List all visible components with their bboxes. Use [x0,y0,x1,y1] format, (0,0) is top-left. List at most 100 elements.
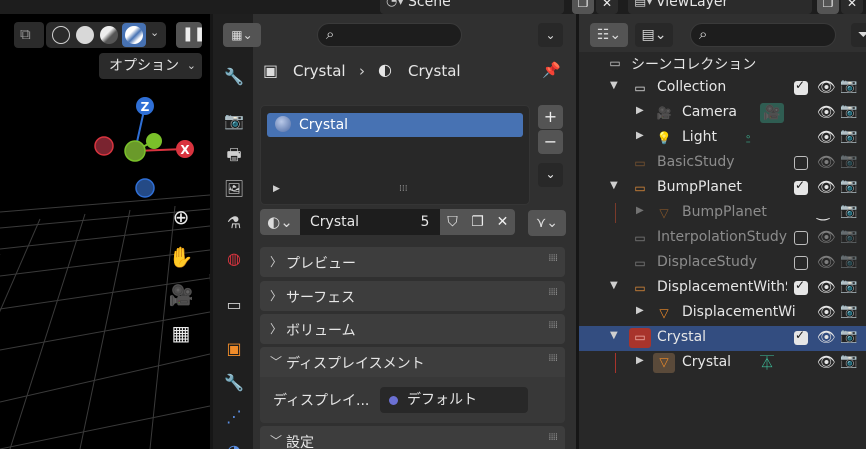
render-camera-icon[interactable]: 📷 [840,153,857,169]
outliner-row-collection[interactable]: ▼ ▭ Collection 👁 📷 [579,76,866,101]
outliner-row-crystal-collection[interactable]: ▼ ▭ Crystal 👁 📷 [579,326,866,351]
panel-preview[interactable]: 〉 プレビュー ⁞⁞⁞⁞ [260,247,565,277]
expand-down-icon[interactable]: ▼ [610,80,618,91]
camera-data-icon[interactable]: 🎥 [760,103,784,123]
render-camera-icon[interactable]: 📷 [840,203,857,219]
visibility-eye-icon[interactable]: 👁 [817,128,836,146]
object-icon[interactable]: ▣ [221,336,247,362]
world-icon[interactable]: ◍ [221,246,247,272]
light-data-icon[interactable]: ⍛ [744,128,752,144]
filter-dropdown[interactable]: ⏷ [851,23,866,47]
add-slot-button[interactable]: + [538,105,563,129]
remove-slot-button[interactable]: − [538,130,563,154]
physics-icon[interactable]: ◔ [221,438,247,449]
expand-down-icon[interactable]: ▼ [610,280,618,291]
zoom-icon[interactable]: ⊕ [168,204,194,230]
new-view-layer-button[interactable]: ❐ [817,0,839,14]
visibility-eye-icon[interactable]: 👁 [817,353,836,371]
exclude-checkbox[interactable] [794,78,808,95]
exclude-checkbox[interactable] [794,256,808,270]
camera-view-icon[interactable]: 🎥 [168,282,194,308]
render-camera-icon[interactable]: 📷 [840,328,857,344]
expand-right-icon[interactable]: ▶ [636,305,644,316]
modifier-icon[interactable]: 🔧 [221,370,247,396]
outliner-row-interpolationstudy[interactable]: ▭ InterpolationStudy 👁 📷 [579,226,866,251]
properties-options-dropdown[interactable]: ⌄ [538,23,563,47]
render-camera-icon[interactable]: 📷 [840,228,857,244]
visibility-eye-icon[interactable]: 👁 [817,178,836,196]
outliner-row-displacementwith-collection[interactable]: ▼ ▭ DisplacementWithSl 👁 📷 [579,276,866,301]
panel-settings[interactable]: ﹀ 設定 ⁞⁞⁞⁞ [260,426,565,449]
outliner-row-camera[interactable]: ▶ 🎥 Camera 🎥 👁 📷 [579,101,866,126]
outliner-search-input[interactable]: ⌕ [690,23,836,47]
render-camera-icon[interactable]: 📷 [840,353,857,369]
drag-grip-icon[interactable]: ⁞⁞⁞⁞ [548,287,558,298]
display-mode-dropdown[interactable]: ▤⌄ [635,23,673,47]
render-icon[interactable]: 📷 [221,108,247,134]
outliner-row-displacestudy[interactable]: ▭ DisplaceStudy 👁 📷 [579,251,866,276]
render-camera-icon[interactable]: 📷 [840,78,857,94]
expand-right-icon[interactable]: ▶ [636,355,644,366]
outliner-row-scene-collection[interactable]: ▭ シーンコレクション [579,51,866,76]
shading-options-chevron-icon[interactable]: ⌄ [150,26,159,39]
outliner-row-displacementwith-mesh[interactable]: ▶ ▽ DisplacementWi 👁 📷 [579,301,866,326]
particles-icon[interactable]: ⋰ [221,404,247,430]
material-slot-list[interactable]: Crystal ▶ ⁞⁞⁞ [260,105,530,205]
drag-grip-icon[interactable]: ⁞⁞⁞⁞ [548,353,558,364]
grid-ortho-icon[interactable]: ▦ [168,320,194,346]
pin-icon[interactable]: 📌 [542,61,561,79]
list-expand-icon[interactable]: ▶ [273,184,280,194]
render-camera-icon[interactable]: 📷 [840,253,857,269]
properties-search-input[interactable]: ⌕ [317,23,462,47]
outliner-type-dropdown[interactable]: ☷⌄ [590,23,628,47]
collection-icon[interactable]: ▭ [221,292,247,318]
expand-right-icon[interactable]: ▶ [636,105,644,116]
visibility-eye-icon[interactable]: 👁 [817,253,836,271]
outliner-row-crystal-mesh[interactable]: ▶ ▽ Crystal ⏄ 👁 📷 [579,351,866,376]
hidden-eye-icon[interactable]: ‿ [817,203,829,221]
visibility-eye-icon[interactable]: 👁 [817,278,836,296]
outliner-row-bumpplanet-mesh[interactable]: ▶ ▽ BumpPlanet ‿ 📷 [579,201,866,226]
xray-toggle-button[interactable]: ⧉ [14,22,44,48]
toggle-sidebar-button[interactable]: ❚❚ [176,22,205,48]
wireframe-shading-icon[interactable] [52,26,70,44]
browse-material-button[interactable]: ◐⌄ [260,209,300,235]
render-camera-icon[interactable]: 📷 [840,178,857,194]
exclude-checkbox[interactable] [794,231,808,245]
navigation-gizmo[interactable]: Z X [90,92,200,202]
visibility-eye-icon[interactable]: 👁 [817,228,836,246]
visibility-eye-icon[interactable]: 👁 [817,328,836,346]
mesh-data-icon[interactable]: ⏄ [760,353,774,373]
solid-shading-icon[interactable] [76,26,94,44]
list-resize-handle[interactable]: ⁞⁞⁞ [399,184,408,194]
scene-icon[interactable]: ⚗ [221,210,247,236]
output-icon[interactable]: 🖶 [221,142,247,168]
expand-right-icon[interactable]: ▶ [636,130,644,141]
displacement-method-select[interactable]: デフォルト [380,387,528,413]
outliner-row-light[interactable]: ▶ 💡 Light ⍛ 👁 📷 [579,126,866,151]
view-layer-selector[interactable]: ▤▾ ViewLayer [628,0,812,14]
render-camera-icon[interactable]: 📷 [840,303,857,319]
drag-grip-icon[interactable]: ⁞⁞⁞⁞ [548,320,558,331]
visibility-eye-icon[interactable]: 👁 [817,303,836,321]
exclude-checkbox[interactable] [794,156,808,170]
drag-grip-icon[interactable]: ⁞⁞⁞⁞ [548,432,558,443]
panel-surface[interactable]: 〉 サーフェス ⁞⁞⁞⁞ [260,281,565,311]
panel-volume[interactable]: 〉 ボリューム ⁞⁞⁞⁞ [260,314,565,344]
view-layer-icon[interactable]: 🖼 [221,176,247,202]
outliner-row-bumpplanet-collection[interactable]: ▼ ▭ BumpPlanet 👁 📷 [579,176,866,201]
3d-viewport[interactable]: ⧉ ⌄ ❚❚ オプション ⌄ Z X ⊕ ✋ 🎥 ▦ [0,14,210,449]
material-name-field[interactable]: Crystal [300,209,410,235]
material-shading-icon[interactable] [100,26,118,44]
tool-icon[interactable]: 🔧 [221,64,247,90]
render-camera-icon[interactable]: 📷 [840,103,857,119]
exclude-checkbox[interactable] [794,278,808,295]
node-link-dropdown[interactable]: ⋎⌄ [528,210,566,236]
delete-scene-button[interactable]: ✕ [596,0,618,14]
duplicate-material-icon[interactable]: ❐ [465,209,490,235]
slot-specials-dropdown[interactable]: ⌄ [538,163,563,187]
visibility-eye-icon[interactable]: 👁 [817,78,836,96]
expand-down-icon[interactable]: ▼ [610,330,618,341]
outliner-row-basicstudy[interactable]: ▭ BasicStudy 👁 📷 [579,151,866,176]
delete-view-layer-button[interactable]: ✕ [841,0,863,14]
